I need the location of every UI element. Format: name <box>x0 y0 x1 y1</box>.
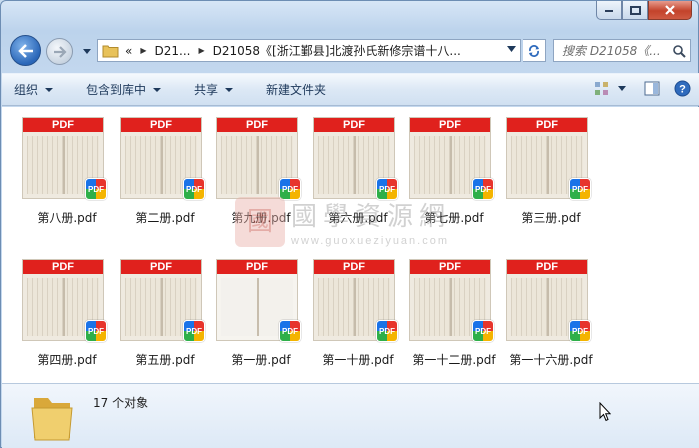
file-list[interactable]: PDF PDF 第八册.pdf PDF PDF 第二册.pdf PDF PDF … <box>2 107 699 383</box>
pdf-badge-icon: PDF <box>85 178 107 200</box>
file-name[interactable]: 第一十二册.pdf <box>399 351 509 368</box>
close-icon <box>665 5 675 15</box>
pdf-thumb-label: PDF <box>217 260 297 274</box>
address-history-dropdown-icon[interactable] <box>507 46 516 52</box>
view-grid-icon <box>595 81 608 95</box>
pdf-badge-icon: PDF <box>85 320 107 342</box>
file-name[interactable]: 第三册.pdf <box>496 209 606 226</box>
organize-menu[interactable]: 组织 <box>14 81 54 98</box>
details-pane: 17 个对象 <box>2 383 699 448</box>
chevron-down-icon <box>225 87 234 92</box>
folder-icon <box>102 45 119 57</box>
maximize-button[interactable] <box>622 1 648 20</box>
pdf-thumb-label: PDF <box>23 118 103 132</box>
minimize-icon <box>605 10 613 12</box>
pdf-thumb-label: PDF <box>121 260 201 274</box>
watermark-title: 國學資源網 <box>291 202 452 232</box>
caption-buttons <box>596 1 692 20</box>
maximize-icon <box>629 5 641 15</box>
svg-text:?: ? <box>679 84 686 96</box>
view-options-button[interactable] <box>594 81 626 97</box>
pdf-thumb-label: PDF <box>410 118 490 132</box>
help-icon: ? <box>674 80 691 97</box>
file-name[interactable]: 第一册.pdf <box>206 351 316 368</box>
preview-pane-icon <box>644 81 660 96</box>
help-button[interactable]: ? <box>674 80 691 97</box>
toolbar-right: ? <box>582 80 691 97</box>
new-folder-button[interactable]: 新建文件夹 <box>266 81 326 98</box>
pdf-thumb-label: PDF <box>217 118 297 132</box>
navigation-bar: « ▶ D21... ▶ D21058《[浙江鄞县]北渡孙氏新修宗谱十八... <box>1 31 699 71</box>
search-icon[interactable] <box>672 44 686 58</box>
minimize-button[interactable] <box>596 1 622 20</box>
command-bar: 组织 包含到库中 共享 新建文件夹 ? <box>2 73 699 106</box>
object-count: 17 个对象 <box>93 396 149 410</box>
breadcrumb-segment-parent[interactable]: D21... <box>155 44 191 58</box>
watermark-text: 國學資源網 www.guoxueziyuan.com <box>291 196 451 247</box>
pdf-thumb-label: PDF <box>23 260 103 274</box>
watermark-url: www.guoxueziyuan.com <box>291 235 450 247</box>
search-input[interactable] <box>562 43 672 58</box>
arrow-left-icon <box>17 43 33 58</box>
pdf-thumb-label: PDF <box>507 260 587 274</box>
pdf-badge-icon: PDF <box>472 178 494 200</box>
chevron-down-icon <box>153 87 162 92</box>
arrow-right-icon <box>53 45 67 58</box>
forward-button[interactable] <box>46 38 73 65</box>
watermark: 國 國學資源網 www.guoxueziyuan.com <box>235 196 451 247</box>
include-in-library-label: 包含到库中 <box>86 83 147 97</box>
back-button[interactable] <box>10 35 41 66</box>
recent-pages-dropdown[interactable] <box>79 43 95 59</box>
file-name[interactable]: 第二册.pdf <box>110 209 220 226</box>
refresh-icon <box>529 44 539 57</box>
watermark-seal: 國 <box>235 196 285 247</box>
pdf-badge-icon: PDF <box>183 178 205 200</box>
organize-label: 组织 <box>14 83 39 97</box>
chevron-down-icon <box>618 86 626 91</box>
file-name[interactable]: 第五册.pdf <box>110 351 220 368</box>
refresh-button[interactable] <box>523 39 546 62</box>
pdf-thumb-label: PDF <box>507 118 587 132</box>
file-name[interactable]: 第一十六册.pdf <box>496 351 606 368</box>
breadcrumb-separator-icon[interactable]: ▶ <box>198 46 204 55</box>
pdf-badge-icon: PDF <box>569 320 591 342</box>
file-name[interactable]: 第四册.pdf <box>12 351 122 368</box>
pdf-thumb-label: PDF <box>121 118 201 132</box>
pdf-badge-icon: PDF <box>472 320 494 342</box>
share-menu[interactable]: 共享 <box>194 81 234 98</box>
breadcrumb-segment-current[interactable]: D21058《[浙江鄞县]北渡孙氏新修宗谱十八... <box>213 42 461 59</box>
new-folder-label: 新建文件夹 <box>266 83 327 97</box>
chevron-down-icon <box>83 48 91 54</box>
close-button[interactable] <box>648 1 692 20</box>
address-bar[interactable]: « ▶ D21... ▶ D21058《[浙江鄞县]北渡孙氏新修宗谱十八... <box>97 39 521 62</box>
include-in-library-menu[interactable]: 包含到库中 <box>86 81 162 98</box>
share-label: 共享 <box>194 83 219 97</box>
chevron-down-icon <box>45 87 54 92</box>
mouse-cursor-icon <box>599 402 611 422</box>
pdf-badge-icon: PDF <box>183 320 205 342</box>
search-box[interactable] <box>553 39 691 62</box>
explorer-window: « ▶ D21... ▶ D21058《[浙江鄞县]北渡孙氏新修宗谱十八... … <box>0 0 699 448</box>
file-name[interactable]: 第一十册.pdf <box>303 351 413 368</box>
preview-pane-button[interactable] <box>644 81 660 96</box>
pdf-badge-icon: PDF <box>376 320 398 342</box>
address-overflow[interactable]: « <box>125 44 132 58</box>
pdf-badge-icon: PDF <box>569 178 591 200</box>
pdf-thumb-label: PDF <box>410 260 490 274</box>
folder-icon <box>31 398 73 441</box>
pdf-thumb-label: PDF <box>314 260 394 274</box>
pdf-badge-icon: PDF <box>279 320 301 342</box>
breadcrumb-separator-icon[interactable]: ▶ <box>140 46 146 55</box>
file-name[interactable]: 第八册.pdf <box>12 209 122 226</box>
pdf-thumb-label: PDF <box>314 118 394 132</box>
